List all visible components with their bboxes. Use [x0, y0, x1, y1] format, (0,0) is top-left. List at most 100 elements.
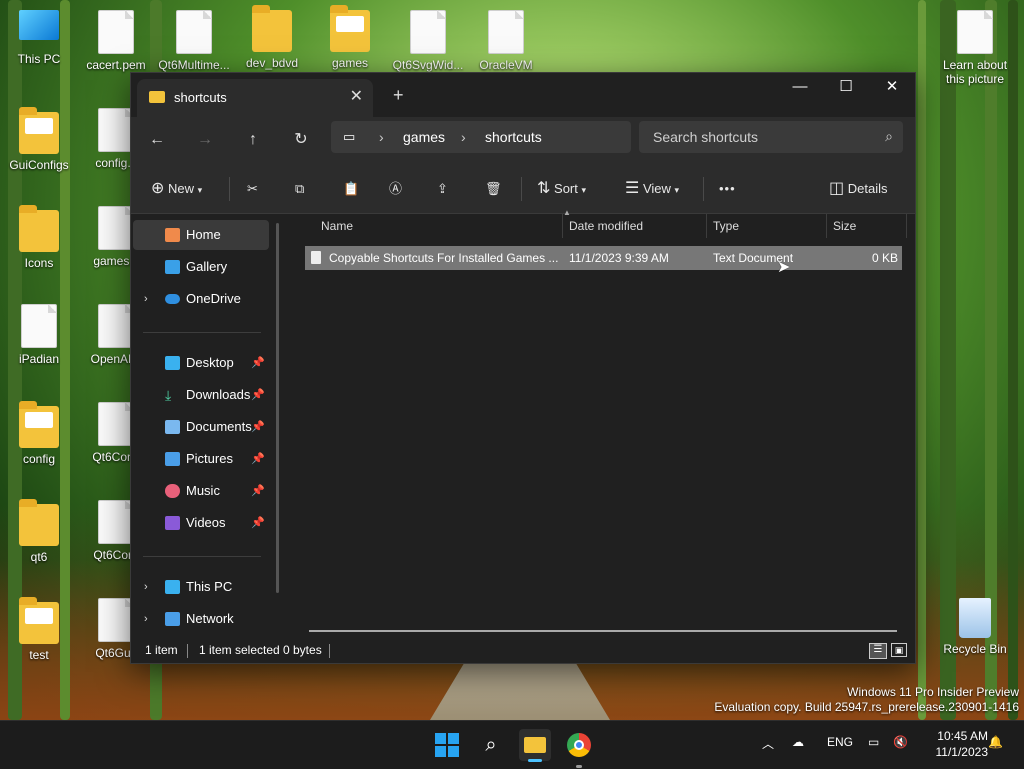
column-divider[interactable] — [562, 214, 563, 238]
column-divider[interactable] — [706, 214, 707, 238]
network-icon[interactable]: ▭ — [868, 735, 879, 749]
desktop-icon-config[interactable]: config — [1, 401, 77, 466]
sidebar-item-home[interactable]: Home — [133, 220, 269, 250]
sidebar-item-pictures[interactable]: Pictures 📌 — [133, 444, 269, 474]
forward-arrow-icon[interactable]: → — [193, 128, 217, 152]
sidebar-item-label: Documents — [186, 419, 252, 434]
show-hidden-icons-icon[interactable]: ︿ — [762, 735, 774, 752]
search-icon[interactable]: ⌕ — [475, 729, 507, 761]
up-arrow-icon[interactable]: ↑ — [241, 128, 265, 152]
rename-icon[interactable]: Ⓐ — [389, 177, 402, 201]
view-button[interactable]: ☰ View ▾ — [625, 177, 679, 201]
table-row[interactable]: Copyable Shortcuts For Installed Games .… — [305, 246, 902, 270]
start-button[interactable] — [431, 729, 463, 761]
desktop-icon-ipadian[interactable]: iPadian — [1, 304, 77, 366]
desktop-icon-guiconfigs[interactable]: GuiConfigs — [1, 107, 77, 172]
desktop-icon-cacert[interactable]: cacert.pem — [78, 10, 154, 72]
desktop-icon-this-pc[interactable]: This PC — [1, 10, 77, 66]
pin-icon[interactable]: 📌 — [251, 476, 265, 506]
system-clock[interactable]: 10:45 AM 11/1/2023 — [936, 728, 989, 760]
pin-icon[interactable]: 📌 — [251, 412, 265, 442]
status-divider — [187, 644, 188, 658]
tab-shortcuts[interactable]: shortcuts ✕ — [137, 79, 373, 117]
title-bar[interactable]: shortcuts ✕ + — ☐ ✕ — [131, 73, 915, 117]
monitor-icon[interactable]: ▭ — [343, 129, 355, 145]
maximize-button[interactable]: ☐ — [823, 73, 869, 103]
sidebar-item-videos[interactable]: Videos 📌 — [133, 508, 269, 538]
sidebar-item-documents[interactable]: Documents 📌 — [133, 412, 269, 442]
desktop-icon-oraclevm[interactable]: OracleVM — [468, 10, 544, 72]
sidebar-item-this-pc[interactable]: › This PC — [133, 572, 269, 602]
column-header-size[interactable]: Size — [833, 214, 856, 238]
desktop-icon-recycle-bin[interactable]: Recycle Bin — [936, 598, 1014, 656]
close-button[interactable]: ✕ — [869, 73, 915, 103]
pin-icon[interactable]: 📌 — [251, 380, 265, 410]
new-button[interactable]: ⊕ New ▾ — [151, 177, 202, 201]
notification-bell-icon[interactable]: 🔔 — [988, 735, 1003, 749]
navigation-pane: Home Gallery › OneDrive Desktop 📌 ⤓ Down… — [131, 214, 281, 632]
sidebar-item-music[interactable]: Music 📌 — [133, 476, 269, 506]
clock-time: 10:45 AM — [937, 729, 988, 743]
sidebar-item-gallery[interactable]: Gallery — [133, 252, 269, 282]
desktop-icon-qt6[interactable]: qt6 — [1, 499, 77, 564]
refresh-icon[interactable]: ↻ — [289, 128, 313, 152]
desktop-icon-label: qt6 — [30, 550, 48, 564]
watermark-line-2: Evaluation copy. Build 25947.rs_prerelea… — [714, 700, 1019, 714]
desktop-icon-test[interactable]: test — [1, 597, 77, 662]
language-indicator[interactable]: ENG — [827, 735, 853, 749]
breadcrumb[interactable]: ▭ › games › shortcuts — [331, 121, 631, 153]
column-header-date[interactable]: Date modified — [569, 214, 643, 238]
desktop-icon-games-folder[interactable]: games — [312, 5, 388, 70]
sidebar-item-network[interactable]: › Network — [133, 604, 269, 634]
more-options-button[interactable]: ••• — [719, 177, 736, 201]
folder-icon — [19, 597, 59, 644]
chevron-right-icon[interactable]: › — [461, 129, 466, 145]
file-explorer-taskbar-button[interactable] — [519, 729, 551, 762]
pin-icon[interactable]: 📌 — [251, 348, 265, 378]
column-divider[interactable] — [826, 214, 827, 238]
sidebar-item-onedrive[interactable]: › OneDrive — [133, 284, 269, 314]
file-icon — [98, 598, 134, 642]
chevron-right-icon[interactable]: › — [144, 572, 148, 602]
sidebar-item-label: Music — [186, 483, 220, 498]
sidebar-item-desktop[interactable]: Desktop 📌 — [133, 348, 269, 378]
delete-icon[interactable]: 🗑 — [485, 177, 502, 201]
sidebar-scrollbar[interactable] — [276, 223, 279, 593]
breadcrumb-shortcuts[interactable]: shortcuts — [485, 129, 542, 145]
cloud-sync-icon[interactable]: ☁ — [792, 735, 804, 749]
copy-icon[interactable]: ⧉ — [295, 177, 304, 201]
breadcrumb-games[interactable]: games — [403, 129, 445, 145]
desktop-icon-icons[interactable]: Icons — [1, 205, 77, 270]
desktop-icon-learn-about[interactable]: Learn about this picture — [936, 10, 1014, 86]
chevron-right-icon[interactable]: › — [144, 604, 148, 634]
back-arrow-icon[interactable]: ← — [145, 128, 169, 152]
search-input[interactable]: Search shortcuts ⌕ — [639, 121, 903, 153]
pin-icon[interactable]: 📌 — [251, 444, 265, 474]
minimize-button[interactable]: — — [777, 73, 823, 103]
desktop-icon-label: cacert.pem — [86, 58, 146, 72]
chevron-right-icon[interactable]: › — [379, 129, 384, 145]
desktop-icon-qt6multimedia[interactable]: Qt6Multime... — [156, 10, 232, 72]
music-icon — [165, 484, 180, 498]
chevron-right-icon[interactable]: › — [144, 284, 148, 314]
details-view-icon[interactable]: ☰ — [869, 643, 887, 659]
volume-muted-icon[interactable]: 🔇 — [893, 735, 908, 749]
item-count: 1 item — [145, 643, 178, 657]
paste-icon[interactable]: 📋 — [343, 177, 359, 201]
share-icon[interactable]: ⇪ — [437, 177, 448, 201]
column-divider[interactable] — [906, 214, 907, 238]
sort-button[interactable]: ⇅ Sort ▾ — [537, 177, 586, 201]
sidebar-item-downloads[interactable]: ⤓ Downloads 📌 — [133, 380, 269, 410]
cut-icon[interactable]: ✂ — [247, 177, 258, 201]
desktop-icon-qt6svgwidgets[interactable]: Qt6SvgWid... — [390, 10, 466, 72]
tiles-view-icon[interactable]: ▣ — [891, 643, 907, 657]
horizontal-scrollbar[interactable] — [309, 630, 897, 632]
pin-icon[interactable]: 📌 — [251, 508, 265, 538]
chrome-taskbar-button[interactable] — [563, 729, 595, 768]
desktop-icon-dev-bdvd[interactable]: dev_bdvd — [234, 5, 310, 70]
tab-close-icon[interactable]: ✕ — [350, 86, 363, 106]
column-header-type[interactable]: Type — [713, 214, 739, 238]
details-button[interactable]: ◫ Details — [829, 177, 888, 201]
new-tab-button[interactable]: + — [393, 85, 404, 106]
column-header-name[interactable]: Name — [321, 214, 353, 238]
